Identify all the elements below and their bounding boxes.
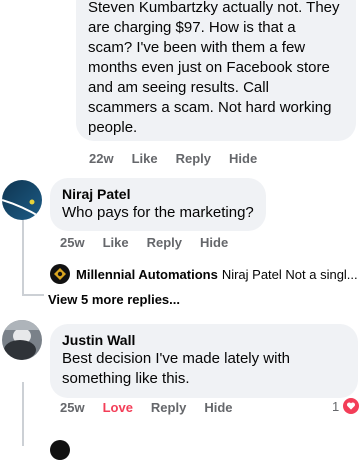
thread-line [22,382,24,446]
reaction-count-number: 1 [332,398,340,414]
hide-button[interactable]: Hide [204,400,232,415]
reply-button[interactable]: Reply [176,151,211,166]
comment-timestamp[interactable]: 25w [60,235,85,250]
reply-preview[interactable]: Millennial Automations Niraj Patel Not a… [50,264,358,284]
like-button[interactable]: Like [132,151,158,166]
comment-actions: 22w Like Reply Hide [89,151,275,166]
comment-actions: 25w Love Reply Hide [60,400,251,415]
comment-bubble: Niraj Patel Who pays for the marketing? [50,178,266,231]
comment-timestamp[interactable]: 22w [89,151,114,166]
love-button[interactable]: Love [103,400,133,415]
avatar[interactable] [2,320,42,360]
like-button[interactable]: Like [103,235,129,250]
comment-text: Best decision I've made lately with some… [62,350,290,387]
comment-timestamp[interactable]: 25w [60,400,85,415]
reply-button[interactable]: Reply [147,235,182,250]
view-more-replies-link[interactable]: View 5 more replies... [48,292,180,307]
logo-icon [54,268,66,280]
thread-line [22,218,24,296]
comment-bubble: Steven Kumbartzky actually not. They are… [76,0,356,141]
avatar-image [2,320,42,360]
avatar-image [2,180,42,220]
comment-text: Steven Kumbartzky actually not. They are… [88,0,340,136]
reply-button[interactable]: Reply [151,400,186,415]
reply-author[interactable]: Millennial Automations [76,267,218,282]
hide-button[interactable]: Hide [200,235,228,250]
comment-author[interactable]: Justin Wall [62,331,346,349]
thread-line-branch [22,294,44,296]
reply-snippet: Niraj Patel Not a singl... [221,266,358,282]
reaction-count[interactable]: 1 [332,398,360,414]
comment-author[interactable]: Niraj Patel [62,185,254,203]
comment-actions: 25w Like Reply Hide [60,235,246,250]
reply-avatar [50,264,70,284]
hide-button[interactable]: Hide [229,151,257,166]
avatar[interactable] [2,180,42,220]
heart-icon [343,398,360,414]
comment-text: Who pays for the marketing? [62,204,254,221]
reply-avatar [50,440,70,460]
comment-bubble: Justin Wall Best decision I've made late… [50,324,358,398]
